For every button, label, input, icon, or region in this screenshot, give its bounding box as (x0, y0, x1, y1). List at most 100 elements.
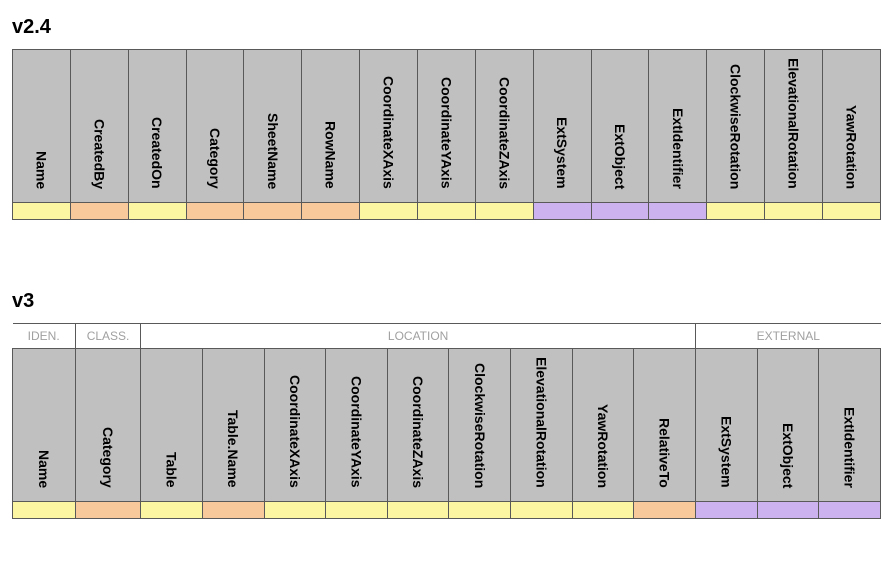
column-header: CoordinateXAxis (360, 50, 418, 203)
column-header-label: ElevationalRotation (786, 58, 802, 189)
group-header-label: IDEN. (28, 329, 60, 343)
column-header-label: ExtSystem (554, 117, 570, 189)
column-header-label: SheetName (265, 113, 281, 189)
section-v3: v3 IDEN. CLASS. LOCATION EXTERNAL Name Categ… (12, 290, 881, 519)
group-header: CLASS. (75, 324, 140, 349)
column-header: Category (186, 50, 244, 203)
column-header-label: Name (33, 151, 49, 189)
table-v3-group-row: IDEN. CLASS. LOCATION EXTERNAL (13, 324, 881, 349)
table-cell (449, 502, 511, 519)
column-header: YawRotation (823, 50, 881, 203)
column-header-label: ExtObject (612, 124, 628, 189)
group-header-label: EXTERNAL (757, 329, 820, 343)
table-v24-data-row (13, 203, 881, 220)
title-v3: v3 (12, 290, 881, 313)
column-header-label: YawRotation (844, 105, 860, 189)
column-header-label: ExtIdentifier (670, 108, 686, 189)
table-cell (819, 502, 881, 519)
table-cell (141, 502, 203, 519)
column-header: ExtObject (591, 50, 649, 203)
column-header-label: ClockwiseRotation (472, 363, 488, 488)
column-header-label: Table (164, 452, 180, 488)
column-header: RelativeTo (634, 349, 696, 502)
table-cell (264, 502, 326, 519)
group-header: EXTERNAL (696, 324, 881, 349)
table-cell (533, 203, 591, 220)
column-header: Table.Name (202, 349, 264, 502)
table-cell (591, 203, 649, 220)
column-header-label: ClockwiseRotation (728, 64, 744, 189)
column-header-label: RelativeTo (657, 418, 673, 488)
column-header: ExtIdentifier (649, 50, 707, 203)
column-header: ClockwiseRotation (707, 50, 765, 203)
column-header-label: CreatedOn (149, 117, 165, 189)
table-v24-header-row: Name CreatedBy CreatedOn Category SheetName R… (13, 50, 881, 203)
column-header-label: ExtSystem (718, 416, 734, 488)
column-header: ExtIdentifier (819, 349, 881, 502)
column-header-label: Name (36, 450, 52, 488)
table-cell (823, 203, 881, 220)
column-header: CoordinateYAxis (418, 50, 476, 203)
table-cell (765, 203, 823, 220)
group-header: IDEN. (13, 324, 76, 349)
table-cell (326, 502, 388, 519)
table-cell (70, 203, 128, 220)
table-cell (202, 502, 264, 519)
table-cell (13, 502, 76, 519)
column-header: Table (141, 349, 203, 502)
section-v24: v2.4 Name CreatedBy CreatedOn Category Sheet… (12, 16, 881, 220)
column-header: ElevationalRotation (765, 50, 823, 203)
table-cell (511, 502, 573, 519)
column-header-label: Category (100, 427, 116, 488)
table-cell (360, 203, 418, 220)
column-header-label: Category (207, 128, 223, 189)
group-header-label: LOCATION (388, 329, 448, 343)
table-cell (186, 203, 244, 220)
table-cell (634, 502, 696, 519)
column-header-label: CoordinateYAxis (348, 376, 364, 488)
table-cell (128, 203, 186, 220)
column-header-label: Table.Name (225, 410, 241, 488)
column-header-label: ExtIdentifier (842, 407, 858, 488)
column-header: Name (13, 349, 76, 502)
table-cell (572, 502, 634, 519)
table-cell (13, 203, 71, 220)
table-cell (696, 502, 758, 519)
column-header: CreatedBy (70, 50, 128, 203)
table-cell (649, 203, 707, 220)
column-header-label: CoordinateXAxis (287, 375, 303, 488)
table-cell (75, 502, 140, 519)
group-header: LOCATION (141, 324, 696, 349)
column-header-label: CreatedBy (91, 119, 107, 189)
column-header-label: ElevationalRotation (533, 357, 549, 488)
table-cell (707, 203, 765, 220)
column-header-label: CoordinateXAxis (381, 76, 397, 189)
column-header: Name (13, 50, 71, 203)
column-header: ClockwiseRotation (449, 349, 511, 502)
column-header: SheetName (244, 50, 302, 203)
table-v3-data-row (13, 502, 881, 519)
group-header-label: CLASS. (87, 329, 130, 343)
table-cell (302, 203, 360, 220)
column-header-label: ExtObject (780, 423, 796, 488)
column-header: CreatedOn (128, 50, 186, 203)
column-header-label: CoordinateZAxis (496, 77, 512, 189)
table-cell (244, 203, 302, 220)
table-v24: Name CreatedBy CreatedOn Category SheetName R… (12, 49, 881, 220)
table-v3-header-row: Name Category Table Table.Name CoordinateXAx… (13, 349, 881, 502)
title-v24: v2.4 (12, 16, 881, 39)
column-header-label: CoordinateYAxis (438, 77, 454, 189)
column-header: YawRotation (572, 349, 634, 502)
column-header: Category (75, 349, 140, 502)
table-cell (757, 502, 819, 519)
table-cell (475, 203, 533, 220)
column-header-label: RowName (323, 121, 339, 189)
column-header: CoordinateZAxis (475, 50, 533, 203)
column-header: CoordinateXAxis (264, 349, 326, 502)
column-header: RowName (302, 50, 360, 203)
table-cell (418, 203, 476, 220)
column-header: CoordinateZAxis (387, 349, 449, 502)
column-header: ExtObject (757, 349, 819, 502)
table-v3: IDEN. CLASS. LOCATION EXTERNAL Name Category… (12, 323, 881, 519)
column-header-label: CoordinateZAxis (410, 376, 426, 488)
